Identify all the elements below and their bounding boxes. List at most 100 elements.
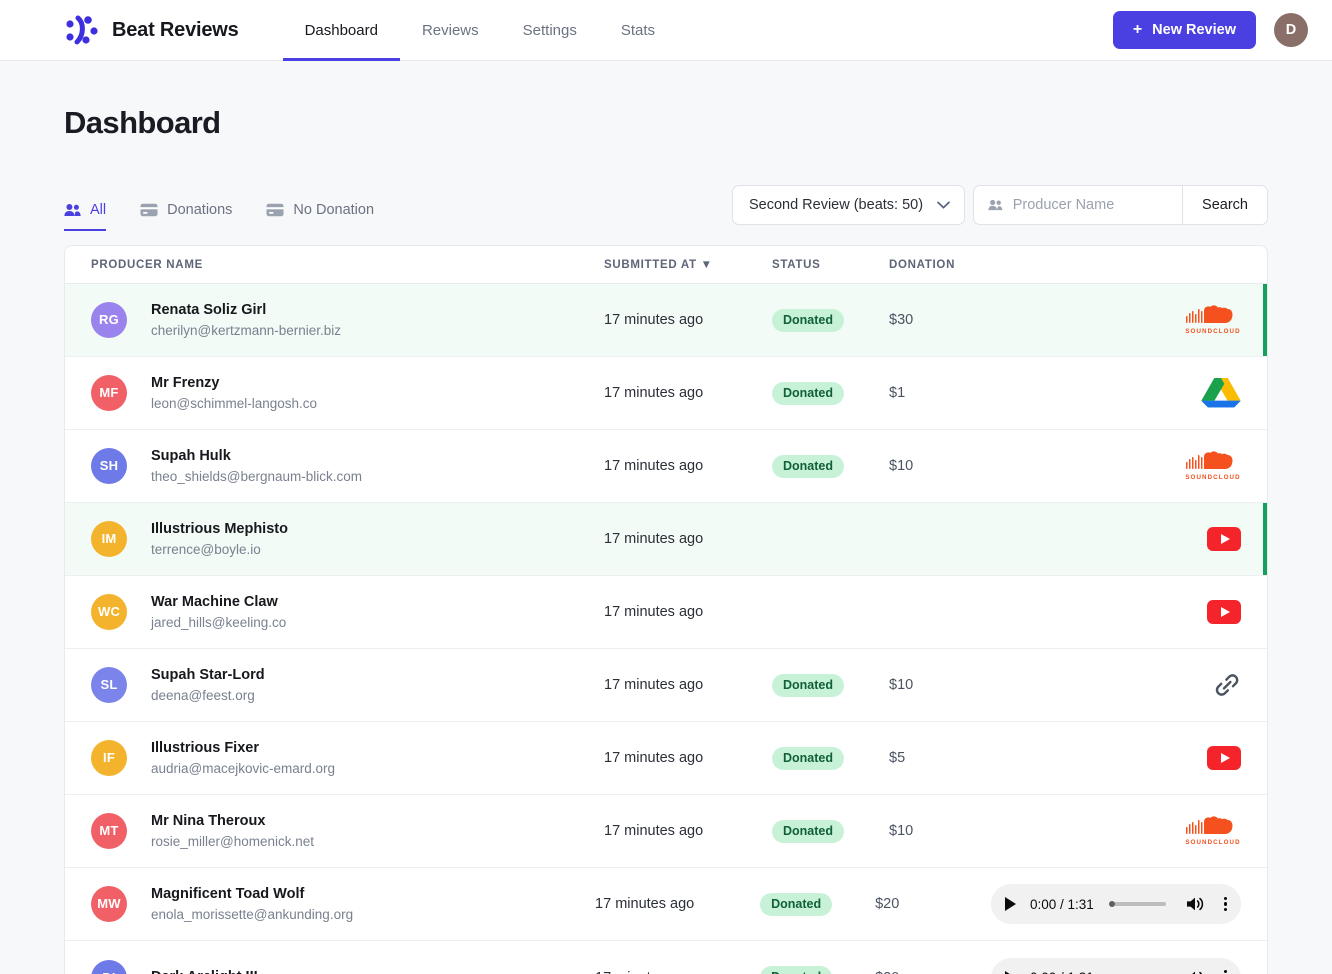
soundcloud-wordmark: SOUNDCLOUD xyxy=(1185,474,1241,481)
audio-player[interactable]: 0:00 / 1:31 xyxy=(991,957,1241,974)
avatar: SL xyxy=(91,666,127,703)
page-title: Dashboard xyxy=(64,105,221,140)
submitted-at-cell: 17 minutes ago xyxy=(604,312,704,328)
donation-cell: $5 xyxy=(889,750,906,766)
producer-cell: MT Mr Nina Theroux rosie_miller@homenick… xyxy=(91,811,604,852)
audio-progress-knob[interactable] xyxy=(1108,901,1115,907)
media-cell: SOUNDCLOUD xyxy=(1007,451,1241,481)
avatar: IF xyxy=(91,739,127,776)
donation-cell: $20 xyxy=(875,896,900,912)
filter-tab-all[interactable]: All xyxy=(64,202,107,231)
table-row[interactable]: WC War Machine Claw jared_hills@keeling.… xyxy=(65,576,1267,649)
google-drive-icon[interactable] xyxy=(1201,375,1241,411)
youtube-icon[interactable] xyxy=(1207,600,1241,624)
people-icon xyxy=(64,204,81,216)
producer-email: cherilyn@kertzmann-bernier.biz xyxy=(151,322,342,338)
nav-item-stats[interactable]: Stats xyxy=(599,0,677,61)
avatar-initials: IF xyxy=(103,750,115,766)
table-body: RG Renata Soliz Girl cherilyn@kertzmann-… xyxy=(65,284,1267,974)
avatar-initials: DI xyxy=(102,970,115,974)
submitted-at-cell: 17 minutes ago xyxy=(595,970,760,974)
status-cell: Donated xyxy=(772,746,889,770)
producer-email: leon@schimmel-langosh.co xyxy=(151,395,318,411)
status-badge: Donated xyxy=(772,673,844,697)
producer-identity: Supah Star-Lord deena@feest.org xyxy=(151,665,265,706)
credit-card-icon xyxy=(140,203,158,217)
review-round-select[interactable]: Second Review (beats: 50) xyxy=(731,185,966,225)
submitted-at-cell: 17 minutes ago xyxy=(604,750,704,766)
donation-cell: $10 xyxy=(889,677,914,693)
producer-search-field[interactable] xyxy=(974,186,1182,224)
nav-item-dashboard[interactable]: Dashboard xyxy=(282,0,401,61)
soundcloud-wordmark: SOUNDCLOUD xyxy=(1185,328,1241,335)
table-row[interactable]: IF Illustrious Fixer audria@macejkovic-e… xyxy=(65,722,1267,795)
status-badge: Donated xyxy=(760,966,833,974)
soundcloud-icon[interactable]: SOUNDCLOUD xyxy=(1185,451,1241,481)
table-row[interactable]: DI Dark Arclight III 17 minutes ago Dona… xyxy=(65,941,1267,974)
column-header-producer-name[interactable]: PRODUCER NAME xyxy=(91,259,604,271)
producer-email: audria@macejkovic-emard.org xyxy=(151,760,336,776)
column-header-donation[interactable]: DONATION xyxy=(889,259,1007,271)
column-header-submitted-at[interactable]: SUBMITTED AT ▼ xyxy=(604,259,772,271)
link-icon[interactable] xyxy=(1213,671,1241,699)
producer-name: Supah Hulk xyxy=(151,447,231,464)
new-review-button[interactable]: + New Review xyxy=(1112,11,1256,49)
table-row[interactable]: SL Supah Star-Lord deena@feest.org 17 mi… xyxy=(65,649,1267,722)
soundcloud-icon[interactable]: SOUNDCLOUD xyxy=(1185,816,1241,846)
donation-cell: $10 xyxy=(889,823,914,839)
search-input[interactable] xyxy=(1012,197,1169,213)
avatar: RG xyxy=(91,301,127,338)
table-row[interactable]: SH Supah Hulk theo_shields@bergnaum-blic… xyxy=(65,430,1267,503)
youtube-icon[interactable] xyxy=(1207,746,1241,770)
submitted-at-cell: 17 minutes ago xyxy=(604,458,704,474)
avatar-initials: MW xyxy=(97,896,121,912)
donation-cell: $1 xyxy=(889,385,906,401)
topbar-right-group: + New Review D xyxy=(1112,11,1308,49)
play-icon[interactable] xyxy=(1005,970,1016,974)
soundcloud-wordmark: SOUNDCLOUD xyxy=(1185,839,1241,846)
nav-label: Settings xyxy=(522,21,577,39)
nav-item-settings[interactable]: Settings xyxy=(501,0,599,61)
brand[interactable]: Beat Reviews xyxy=(64,15,239,45)
table-row[interactable]: MW Magnificent Toad Wolf enola_morissett… xyxy=(65,868,1267,941)
filter-label: No Donation xyxy=(293,202,375,218)
producer-name: Mr Frenzy xyxy=(151,374,220,391)
soundcloud-icon[interactable]: SOUNDCLOUD xyxy=(1185,305,1241,335)
toolbar: All Donations No Donation Second Review … xyxy=(64,183,1268,231)
donation-cell: $10 xyxy=(889,458,914,474)
caret-down-icon: ▼ xyxy=(700,258,713,271)
filter-tab-no-donation[interactable]: No Donation xyxy=(266,202,374,231)
volume-icon[interactable] xyxy=(1186,896,1206,912)
user-avatar[interactable]: D xyxy=(1274,13,1308,47)
table-row[interactable]: MF Mr Frenzy leon@schimmel-langosh.co 17… xyxy=(65,357,1267,430)
search-button[interactable]: Search xyxy=(1182,186,1267,224)
brand-name: Beat Reviews xyxy=(112,18,239,41)
page-body: Dashboard All Donations No Donation Seco… xyxy=(0,105,1332,974)
producer-identity: Illustrious Fixer audria@macejkovic-emar… xyxy=(151,738,335,779)
audio-progress-slider[interactable] xyxy=(1108,901,1166,907)
youtube-icon[interactable] xyxy=(1207,527,1241,551)
audio-player[interactable]: 0:00 / 1:31 xyxy=(991,884,1241,924)
more-vertical-icon[interactable] xyxy=(1220,895,1231,914)
avatar-initials: MF xyxy=(99,385,119,401)
avatar-initials: SH xyxy=(99,458,119,474)
nav-item-reviews[interactable]: Reviews xyxy=(400,0,501,61)
filter-tab-donations[interactable]: Donations xyxy=(140,202,232,231)
media-cell: 0:00 / 1:31 xyxy=(991,884,1241,924)
producer-cell: MW Magnificent Toad Wolf enola_morissett… xyxy=(91,884,595,925)
table-row[interactable]: RG Renata Soliz Girl cherilyn@kertzmann-… xyxy=(65,284,1267,357)
table-row[interactable]: IM Illustrious Mephisto terrence@boyle.i… xyxy=(65,503,1267,576)
submitted-at-cell: 17 minutes ago xyxy=(595,896,695,912)
volume-icon[interactable] xyxy=(1186,970,1206,974)
play-icon[interactable] xyxy=(1005,897,1016,911)
producer-identity: Mr Nina Theroux rosie_miller@homenick.ne… xyxy=(151,811,314,852)
nav-label: Dashboard xyxy=(304,21,378,39)
column-header-status[interactable]: STATUS xyxy=(772,259,889,271)
more-vertical-icon[interactable] xyxy=(1220,968,1231,974)
table-row[interactable]: MT Mr Nina Theroux rosie_miller@homenick… xyxy=(65,795,1267,868)
status-badge: Donated xyxy=(772,308,844,332)
avatar: MW xyxy=(91,885,127,922)
avatar-initials: WC xyxy=(97,604,121,620)
donation-cell: $30 xyxy=(889,312,914,328)
media-cell: SOUNDCLOUD xyxy=(1007,816,1241,846)
